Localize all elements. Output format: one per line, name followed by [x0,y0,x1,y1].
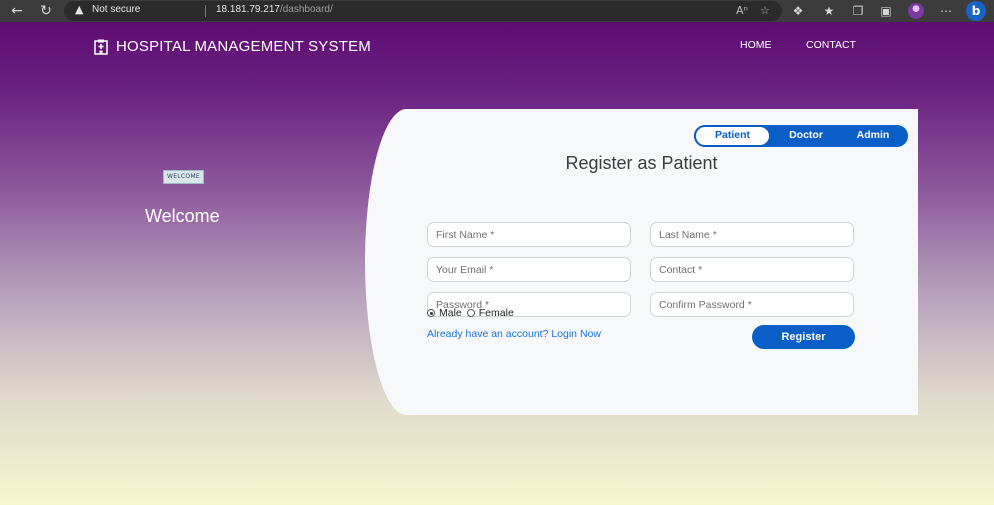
welcome-heading: Welcome [145,206,220,226]
page-background: HOSPITAL MANAGEMENT SYSTEM HOME CONTACT … [0,22,994,505]
refresh-icon[interactable]: ↻ [37,2,55,20]
confirm-password-field[interactable] [650,292,854,317]
warning-icon: ▲ [75,3,84,16]
nav-home[interactable]: HOME [740,39,772,51]
register-button[interactable]: Register [752,325,855,349]
welcome-image: WELCOME [163,170,204,184]
radio-female[interactable] [466,309,475,317]
radio-male-label: Male [439,307,462,319]
brand[interactable]: HOSPITAL MANAGEMENT SYSTEM [94,38,371,55]
tab-patient[interactable]: Patient [694,125,771,147]
more-menu-icon[interactable]: ⋯ [938,3,954,19]
last-name-field[interactable] [650,222,854,247]
radio-male[interactable] [427,309,435,317]
url-host: 18.181.79.217 [216,4,280,15]
gender-group: Male Female [427,307,514,319]
brand-title: HOSPITAL MANAGEMENT SYSTEM [116,38,371,55]
login-link[interactable]: Already have an account? Login Now [427,328,601,340]
nav-contact[interactable]: CONTACT [806,39,856,51]
screenshot-icon[interactable]: ▣ [878,3,894,19]
url-text: 18.181.79.217/dashboard/ [216,4,333,15]
read-aloud-icon[interactable]: Aⁿ [736,4,748,17]
back-icon[interactable]: ← [8,2,26,20]
tab-admin[interactable]: Admin [842,125,904,147]
welcome-image-label: WELCOME [166,173,201,180]
profile-avatar[interactable] [908,3,924,19]
role-tabs: Patient Doctor Admin [694,125,908,147]
tab-doctor[interactable]: Doctor [774,125,838,147]
security-label: Not secure [92,4,141,15]
favorite-add-icon[interactable]: ☆ [760,4,770,17]
contact-field[interactable] [650,257,854,282]
favorites-icon[interactable]: ★ [821,3,837,19]
extensions-icon[interactable]: ❖ [790,3,806,19]
url-path: /dashboard/ [279,4,333,15]
radio-female-label: Female [478,307,514,319]
first-name-field[interactable] [427,222,631,247]
hospital-icon [94,39,108,55]
registration-card: Patient Doctor Admin Register as Patient… [365,109,918,415]
form-title-text: Register as Patient [565,153,718,173]
form-title: Register as Patient [365,153,918,174]
address-bar[interactable]: ▲ Not secure 18.181.79.217/dashboard/ Aⁿ… [64,1,782,21]
browser-toolbar: ← ↻ ▲ Not secure 18.181.79.217/dashboard… [0,0,994,22]
bing-icon[interactable]: b [966,1,986,21]
email-field[interactable] [427,257,631,282]
collections-icon[interactable]: ❐ [850,3,866,19]
address-separator [205,5,206,17]
